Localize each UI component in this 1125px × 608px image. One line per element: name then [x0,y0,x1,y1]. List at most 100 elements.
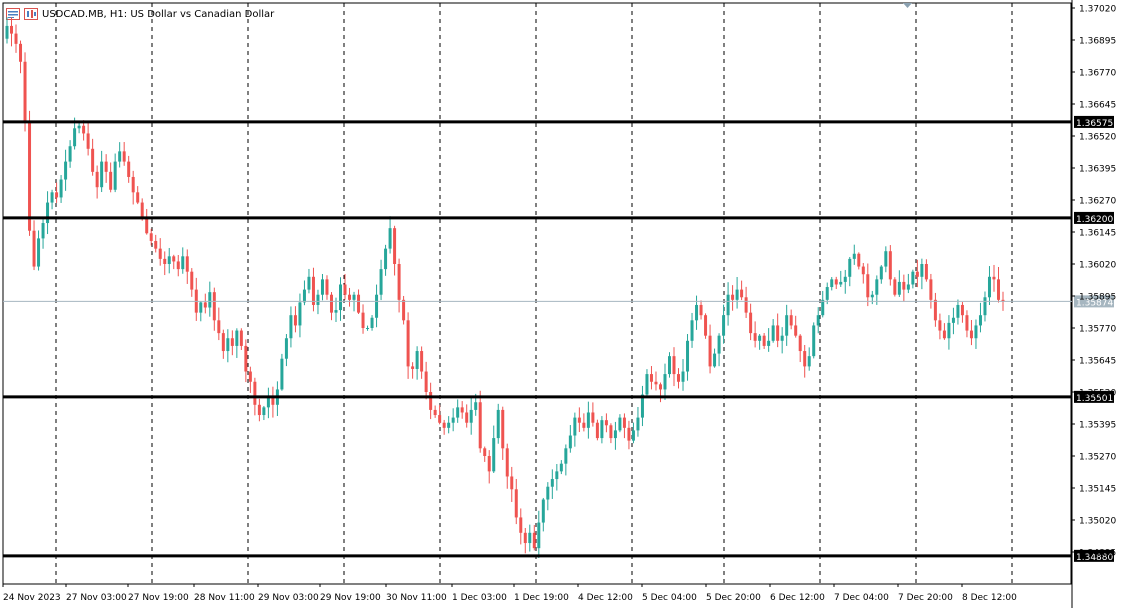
candle-body [375,294,379,318]
candle-body [100,161,104,188]
candle-body [469,409,473,423]
candle-body [154,240,158,249]
candle-body [645,374,649,395]
candle-body [316,294,320,305]
candle-body [564,448,568,464]
y-tick-label-6: 1.36270 [1079,197,1116,207]
candle-body [622,417,626,428]
candle-body [731,294,735,300]
candle-body [82,125,86,134]
candle-body [541,499,545,523]
candle-body [109,171,113,190]
candle-body [122,151,126,162]
level-label-0: 1.36575 [1076,119,1113,129]
candle-body [37,238,41,267]
candle-body [248,371,252,382]
candle-body [681,371,685,382]
candle-body [568,435,572,449]
candle-body [573,417,577,436]
x-tick-label-1: 27 Nov 03:00 [66,593,127,603]
x-tick-label-0: 24 Nov 2023 [3,593,61,603]
y-tick-label-7: 1.36145 [1079,229,1116,239]
candle-body [677,374,681,382]
candle-body [257,404,261,416]
candle-body [230,338,234,346]
candle-body [298,302,302,326]
candle-body [631,430,635,441]
candle-body [406,320,410,367]
candle-body [528,532,532,544]
candle-body [366,328,370,329]
candle-body [735,289,739,300]
candle-body [456,407,460,418]
candle-body [451,417,455,423]
candle-body [947,322,951,339]
candle-body [149,233,153,241]
candle-body [667,356,671,375]
candle-body [140,202,144,218]
candle-body [897,281,901,295]
candle-body [546,486,550,500]
candle-body [924,264,928,280]
candle-body [658,384,662,390]
candle-body [550,479,554,487]
candle-body [460,407,464,413]
y-tick-label-4: 1.36520 [1079,133,1116,143]
candle-body [609,425,613,439]
candle-body [46,202,50,224]
x-tick-label-8: 1 Dec 19:00 [514,593,569,603]
candle-body [339,284,343,311]
y-tick-label-0: 1.37020 [1079,5,1116,15]
x-tick-label-7: 1 Dec 03:00 [452,593,507,603]
candle-body [176,261,180,270]
candle-body [888,251,892,280]
candle-body [762,335,766,346]
candle-body [23,61,27,121]
candle-body [402,299,406,321]
y-tick-label-17: 1.34895 [1079,549,1116,559]
candlestick-chart[interactable]: 1.365751.362001.355011.348801.35874 1.37… [0,0,1125,608]
level-label-1: 1.36200 [1076,215,1113,225]
candle-body [956,304,960,318]
candle-body [627,427,631,441]
candle-body [501,409,505,449]
candle-body [758,335,762,341]
candle-body [771,325,775,341]
candle-body [311,276,315,305]
x-tick-label-6: 30 Nov 11:00 [386,593,447,603]
candle-body [492,438,496,472]
candle-body [447,422,451,428]
x-tick-label-4: 29 Nov 03:00 [258,593,319,603]
candle-body [127,161,131,177]
chart-shift-marker [903,3,912,8]
candle-body [95,171,99,188]
candle-body [722,315,726,336]
candle-body [68,146,72,162]
candle-body [203,302,207,308]
candle-body [514,489,518,518]
candle-body [816,315,820,326]
candle-body [983,297,987,316]
candle-body [960,304,964,316]
candle-body [158,248,162,259]
candle-body [555,471,559,480]
candle-body [695,304,699,321]
candle-body [649,374,653,382]
candle-body [510,476,514,490]
candle-body [343,284,347,295]
candle-body [992,276,996,280]
candle-body [118,151,122,162]
candle-body [825,287,829,300]
candle-body [185,256,189,272]
candle-body [604,420,608,426]
x-tick-label-15: 8 Dec 12:00 [962,593,1017,603]
candle-body [379,269,383,295]
candle-body [613,430,617,439]
candle-body [221,333,225,352]
candle-body [55,192,59,198]
candle-body [496,409,500,439]
candle-body [411,366,415,369]
candle-body [77,125,81,129]
price-axis: 1.37020 1.36895 1.36770 1.36645 1.36520 1.363… [1072,5,1116,559]
candle-body [64,161,68,180]
